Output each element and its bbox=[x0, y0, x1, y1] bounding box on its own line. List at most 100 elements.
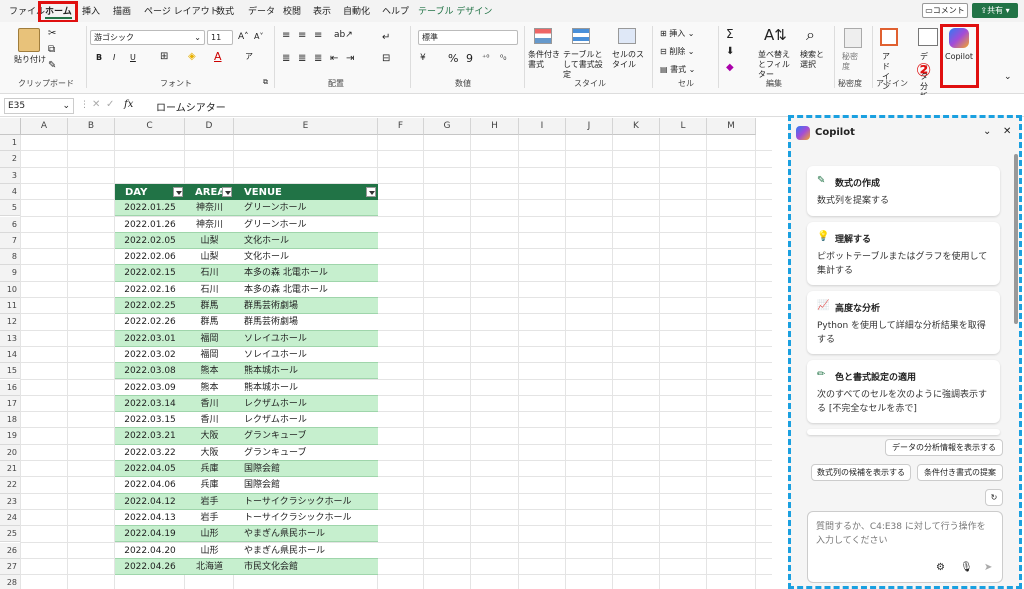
decrease-decimal-icon[interactable]: ⁰₀ bbox=[500, 53, 506, 62]
row-header-9[interactable]: 9 bbox=[0, 265, 21, 282]
cell-day[interactable]: 2022.03.22 bbox=[115, 445, 185, 461]
select-all-corner[interactable] bbox=[0, 118, 21, 135]
cell-venue[interactable]: 熊本城ホール bbox=[234, 380, 378, 396]
addins-icon[interactable] bbox=[880, 28, 898, 46]
row-header-15[interactable]: 15 bbox=[0, 363, 21, 380]
cell-venue[interactable]: レクザムホール bbox=[234, 412, 378, 428]
cell-day[interactable]: 2022.02.25 bbox=[115, 298, 185, 314]
tab-page-layout[interactable]: ページ レイアウト bbox=[144, 4, 219, 17]
wrap-text-icon[interactable]: ↵ bbox=[382, 32, 390, 43]
cell-area[interactable]: 香川 bbox=[185, 396, 234, 412]
insert-cells-button[interactable]: ⊞ 挿入 ⌄ bbox=[660, 28, 695, 39]
tab-table-design[interactable]: テーブル デザイン bbox=[418, 4, 492, 17]
cell-area[interactable]: 岩手 bbox=[185, 510, 234, 526]
cell-day[interactable]: 2022.02.15 bbox=[115, 265, 185, 281]
tab-automate[interactable]: 自動化 bbox=[343, 4, 370, 17]
fill-color-icon[interactable]: ◈ bbox=[188, 51, 196, 62]
filter-dropdown-icon[interactable] bbox=[173, 186, 183, 197]
share-button[interactable]: ⇪共有 ▾ bbox=[972, 3, 1018, 18]
cell-venue[interactable]: ソレイユホール bbox=[234, 331, 378, 347]
align-middle-icon[interactable]: ≡ bbox=[298, 30, 306, 41]
send-icon[interactable]: ➤ bbox=[984, 562, 992, 573]
copilot-scrollbar[interactable] bbox=[1014, 154, 1018, 324]
row-header-26[interactable]: 26 bbox=[0, 542, 21, 559]
name-box[interactable]: E35 ⌄ bbox=[4, 98, 74, 114]
sensitivity-icon[interactable] bbox=[844, 28, 862, 48]
cell-area[interactable]: 山梨 bbox=[185, 249, 234, 265]
cell-venue[interactable]: やまぎん県民ホール bbox=[234, 526, 378, 542]
cell-area[interactable]: 岩手 bbox=[185, 494, 234, 510]
cell-venue[interactable]: 市民文化会館 bbox=[234, 559, 378, 575]
cell-area[interactable]: 香川 bbox=[185, 412, 234, 428]
cell-day[interactable]: 2022.03.01 bbox=[115, 331, 185, 347]
chevron-down-icon[interactable]: ⌄ bbox=[983, 126, 991, 137]
tab-insert[interactable]: 挿入 bbox=[82, 4, 100, 17]
cell-venue[interactable]: 群馬芸術劇場 bbox=[234, 298, 378, 314]
comma-button[interactable]: 9 bbox=[466, 52, 473, 65]
row-header-14[interactable]: 14 bbox=[0, 346, 21, 364]
cell-day[interactable]: 2022.03.08 bbox=[115, 363, 185, 379]
column-header-A[interactable]: A bbox=[21, 118, 68, 135]
suggestion-card-apply-formatting[interactable]: ✏ 色と書式設定の適用 次のすべてのセルを次のように強調表示する [不完全なセル… bbox=[807, 360, 1000, 423]
align-top-icon[interactable]: ≡ bbox=[282, 30, 290, 41]
cell-venue[interactable]: 文化ホール bbox=[234, 233, 378, 249]
row-header-2[interactable]: 2 bbox=[0, 151, 21, 168]
microphone-icon[interactable]: 🎙 bbox=[960, 562, 973, 573]
row-header-4[interactable]: 4 bbox=[0, 183, 21, 201]
cell-area[interactable]: 神奈川 bbox=[185, 217, 234, 233]
currency-icon[interactable]: ¥ bbox=[420, 53, 426, 63]
more-icon[interactable]: ⋮ bbox=[80, 100, 89, 110]
cell-day[interactable]: 2022.03.09 bbox=[115, 380, 185, 396]
tab-view[interactable]: 表示 bbox=[313, 4, 331, 17]
orientation-icon[interactable]: ab↗ bbox=[334, 30, 353, 40]
cell-day[interactable]: 2022.04.20 bbox=[115, 543, 185, 559]
cell-venue[interactable]: グランキューブ bbox=[234, 445, 378, 461]
decrease-indent-icon[interactable]: ⇤ bbox=[330, 53, 338, 64]
percent-button[interactable]: % bbox=[448, 52, 458, 65]
row-header-23[interactable]: 23 bbox=[0, 493, 21, 510]
suggestion-card-create-formula[interactable]: ✎ 数式の作成 数式列を提案する bbox=[807, 166, 1000, 216]
row-header-25[interactable]: 25 bbox=[0, 526, 21, 543]
cell-venue[interactable]: 国際会館 bbox=[234, 477, 378, 493]
cell-day[interactable]: 2022.02.16 bbox=[115, 282, 185, 298]
cell-day[interactable]: 2022.02.05 bbox=[115, 233, 185, 249]
row-header-6[interactable]: 6 bbox=[0, 216, 21, 233]
cell-area[interactable]: 福岡 bbox=[185, 347, 234, 363]
column-header-J[interactable]: J bbox=[566, 118, 613, 135]
row-header-27[interactable]: 27 bbox=[0, 558, 21, 576]
format-as-table-label[interactable]: テーブルとして書式設定 bbox=[563, 50, 608, 80]
row-header-17[interactable]: 17 bbox=[0, 395, 21, 413]
align-center-icon[interactable]: ≣ bbox=[298, 53, 306, 64]
cell-area[interactable]: 山形 bbox=[185, 526, 234, 542]
border-icon[interactable]: ⊞ bbox=[160, 51, 168, 62]
phonetic-icon[interactable]: ア bbox=[245, 51, 253, 62]
worksheet-grid[interactable]: ABCDEFGHIJKLM 1 2 3 4 5 6 7 8 9 10 11 12 13 14 15 16 17 1… bbox=[0, 118, 772, 589]
cell-venue[interactable]: レクザムホール bbox=[234, 396, 378, 412]
enter-icon[interactable]: ✓ bbox=[106, 99, 114, 110]
cell-area[interactable]: 山梨 bbox=[185, 233, 234, 249]
row-header-12[interactable]: 12 bbox=[0, 314, 21, 331]
cell-day[interactable]: 2022.03.02 bbox=[115, 347, 185, 363]
column-header-E[interactable]: E bbox=[234, 118, 378, 135]
cell-styles-label[interactable]: セルのスタイル bbox=[612, 50, 644, 70]
cell-day[interactable]: 2022.04.06 bbox=[115, 477, 185, 493]
cancel-icon[interactable]: ✕ bbox=[92, 99, 100, 110]
data-analysis-icon[interactable] bbox=[918, 28, 938, 46]
suggestion-card-understand[interactable]: 💡 理解する ピボットテーブルまたはグラフを使用して集計する bbox=[807, 222, 1000, 285]
column-header-L[interactable]: L bbox=[660, 118, 707, 135]
cell-day[interactable]: 2022.04.26 bbox=[115, 559, 185, 575]
cell-day[interactable]: 2022.04.19 bbox=[115, 526, 185, 542]
table-header-area[interactable]: AREA bbox=[185, 183, 234, 201]
column-header-D[interactable]: D bbox=[185, 118, 234, 135]
cell-area[interactable]: 神奈川 bbox=[185, 200, 234, 216]
row-header-20[interactable]: 20 bbox=[0, 444, 21, 461]
table-header-venue[interactable]: VENUE bbox=[234, 183, 378, 201]
cell-venue[interactable]: 本多の森 北電ホール bbox=[234, 282, 378, 298]
suggestion-card-advanced-analysis[interactable]: 📈 高度な分析 Python を使用して詳細な分析結果を取得する bbox=[807, 291, 1000, 354]
delete-cells-button[interactable]: ⊟ 削除 ⌄ bbox=[660, 46, 695, 57]
cell-venue[interactable]: 本多の森 北電ホール bbox=[234, 265, 378, 281]
tab-help[interactable]: ヘルプ bbox=[382, 4, 409, 17]
clear-icon[interactable]: ◆ bbox=[726, 62, 734, 73]
cell-area[interactable]: 兵庫 bbox=[185, 461, 234, 477]
prompt-chip-conditional-format[interactable]: 条件付き書式の提案 bbox=[917, 464, 1003, 481]
